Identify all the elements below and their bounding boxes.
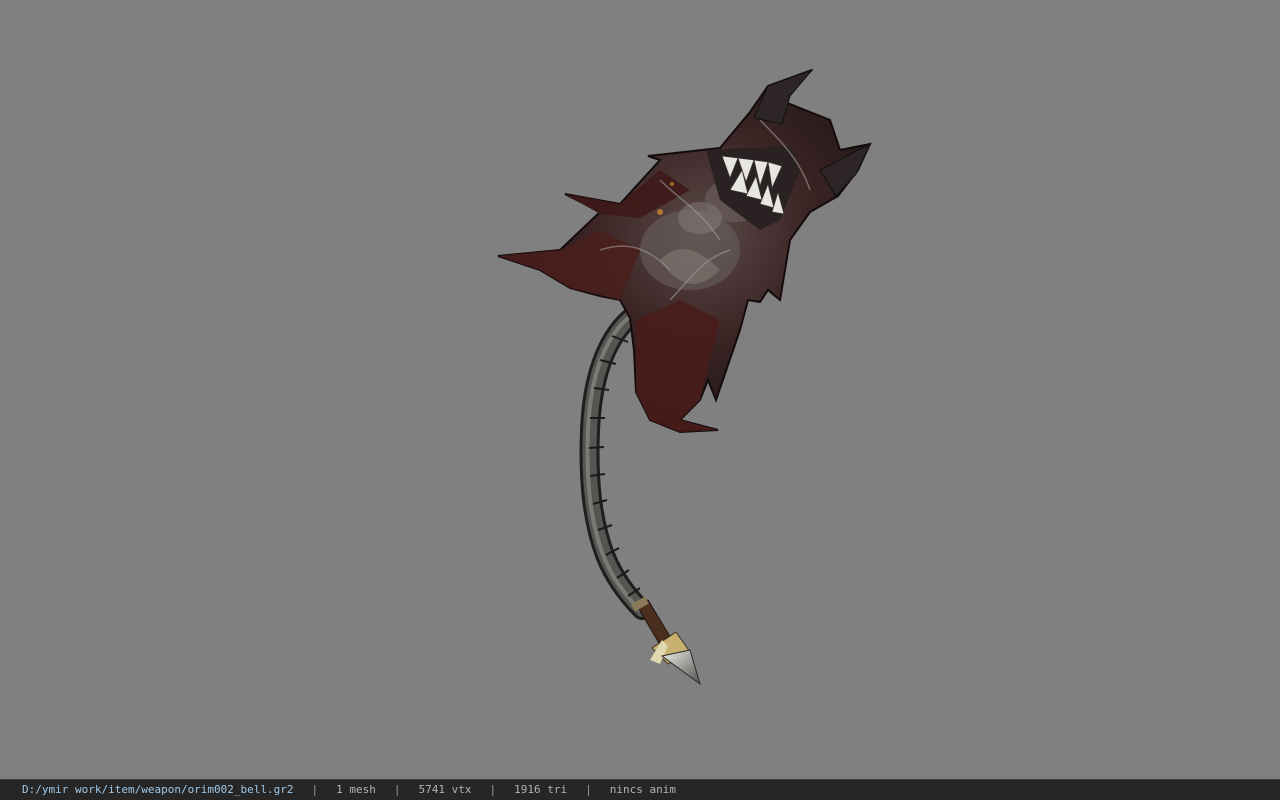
triangle-count: 1916 tri [514, 783, 568, 796]
status-separator: | [393, 783, 401, 796]
status-separator: | [311, 783, 319, 796]
vertex-count: 5741 vtx [418, 783, 472, 796]
weapon-model [497, 68, 872, 686]
status-separator: | [489, 783, 497, 796]
mesh-count: 1 mesh [336, 783, 376, 796]
status-bar: D:/ymir work/item/weapon/orim002_bell.gr… [0, 779, 1280, 800]
3d-viewport[interactable] [0, 0, 1280, 779]
status-separator: | [585, 783, 592, 796]
weapon-head [497, 68, 872, 434]
file-path: D:/ymir work/item/weapon/orim002_bell.gr… [22, 783, 294, 796]
animation-status: nincs anim [609, 783, 676, 796]
